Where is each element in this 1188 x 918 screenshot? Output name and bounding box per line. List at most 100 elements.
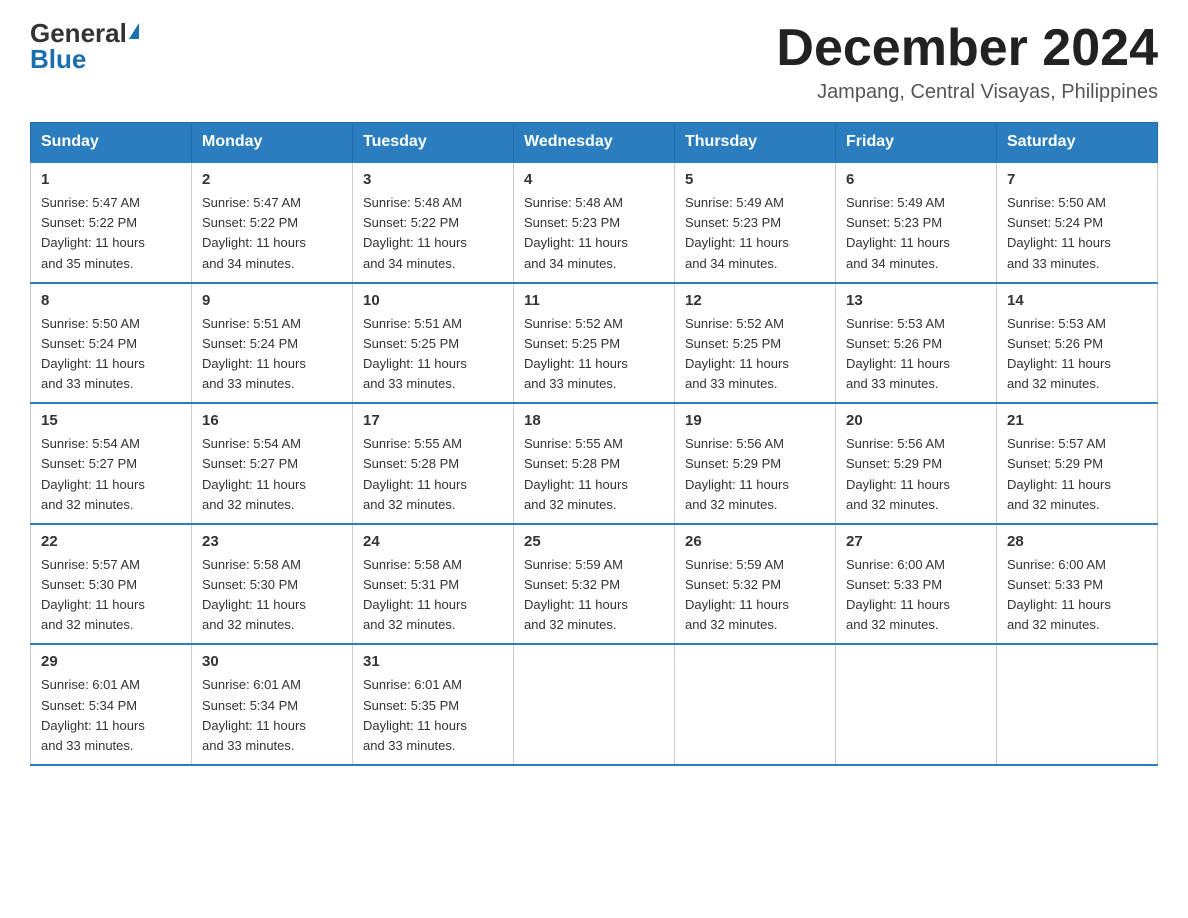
calendar-cell: 26 Sunrise: 5:59 AMSunset: 5:32 PMDaylig… [675, 524, 836, 645]
calendar-cell: 7 Sunrise: 5:50 AMSunset: 5:24 PMDayligh… [997, 162, 1158, 283]
day-number: 3 [363, 171, 503, 188]
day-number: 25 [524, 533, 664, 550]
day-number: 7 [1007, 171, 1147, 188]
day-info: Sunrise: 5:51 AMSunset: 5:25 PMDaylight:… [363, 314, 503, 395]
col-header-tuesday: Tuesday [353, 123, 514, 163]
calendar-cell: 6 Sunrise: 5:49 AMSunset: 5:23 PMDayligh… [836, 162, 997, 283]
calendar-cell: 29 Sunrise: 6:01 AMSunset: 5:34 PMDaylig… [31, 644, 192, 765]
col-header-thursday: Thursday [675, 123, 836, 163]
calendar-cell: 24 Sunrise: 5:58 AMSunset: 5:31 PMDaylig… [353, 524, 514, 645]
week-row-3: 15 Sunrise: 5:54 AMSunset: 5:27 PMDaylig… [31, 403, 1158, 524]
day-number: 17 [363, 412, 503, 429]
day-info: Sunrise: 5:47 AMSunset: 5:22 PMDaylight:… [202, 193, 342, 274]
calendar-cell: 2 Sunrise: 5:47 AMSunset: 5:22 PMDayligh… [192, 162, 353, 283]
day-number: 28 [1007, 533, 1147, 550]
day-number: 31 [363, 653, 503, 670]
calendar-cell: 30 Sunrise: 6:01 AMSunset: 5:34 PMDaylig… [192, 644, 353, 765]
col-header-wednesday: Wednesday [514, 123, 675, 163]
calendar-cell: 17 Sunrise: 5:55 AMSunset: 5:28 PMDaylig… [353, 403, 514, 524]
calendar-cell: 11 Sunrise: 5:52 AMSunset: 5:25 PMDaylig… [514, 283, 675, 404]
day-info: Sunrise: 5:57 AMSunset: 5:29 PMDaylight:… [1007, 434, 1147, 515]
day-info: Sunrise: 5:57 AMSunset: 5:30 PMDaylight:… [41, 555, 181, 636]
calendar-cell: 9 Sunrise: 5:51 AMSunset: 5:24 PMDayligh… [192, 283, 353, 404]
day-info: Sunrise: 6:01 AMSunset: 5:35 PMDaylight:… [363, 675, 503, 756]
calendar-cell: 27 Sunrise: 6:00 AMSunset: 5:33 PMDaylig… [836, 524, 997, 645]
logo: General Blue [30, 20, 139, 72]
calendar-cell: 3 Sunrise: 5:48 AMSunset: 5:22 PMDayligh… [353, 162, 514, 283]
header-row: SundayMondayTuesdayWednesdayThursdayFrid… [31, 123, 1158, 163]
day-number: 21 [1007, 412, 1147, 429]
day-info: Sunrise: 5:52 AMSunset: 5:25 PMDaylight:… [524, 314, 664, 395]
day-number: 20 [846, 412, 986, 429]
calendar-cell: 31 Sunrise: 6:01 AMSunset: 5:35 PMDaylig… [353, 644, 514, 765]
week-row-4: 22 Sunrise: 5:57 AMSunset: 5:30 PMDaylig… [31, 524, 1158, 645]
month-title: December 2024 [776, 20, 1158, 77]
calendar-cell: 4 Sunrise: 5:48 AMSunset: 5:23 PMDayligh… [514, 162, 675, 283]
day-number: 5 [685, 171, 825, 188]
day-info: Sunrise: 5:48 AMSunset: 5:23 PMDaylight:… [524, 193, 664, 274]
calendar-cell: 20 Sunrise: 5:56 AMSunset: 5:29 PMDaylig… [836, 403, 997, 524]
day-info: Sunrise: 5:51 AMSunset: 5:24 PMDaylight:… [202, 314, 342, 395]
day-info: Sunrise: 5:58 AMSunset: 5:30 PMDaylight:… [202, 555, 342, 636]
calendar-cell: 18 Sunrise: 5:55 AMSunset: 5:28 PMDaylig… [514, 403, 675, 524]
day-info: Sunrise: 5:50 AMSunset: 5:24 PMDaylight:… [1007, 193, 1147, 274]
calendar-cell: 22 Sunrise: 5:57 AMSunset: 5:30 PMDaylig… [31, 524, 192, 645]
day-info: Sunrise: 5:56 AMSunset: 5:29 PMDaylight:… [685, 434, 825, 515]
calendar-cell [997, 644, 1158, 765]
day-info: Sunrise: 5:49 AMSunset: 5:23 PMDaylight:… [685, 193, 825, 274]
day-info: Sunrise: 5:59 AMSunset: 5:32 PMDaylight:… [524, 555, 664, 636]
day-number: 4 [524, 171, 664, 188]
day-number: 6 [846, 171, 986, 188]
week-row-1: 1 Sunrise: 5:47 AMSunset: 5:22 PMDayligh… [31, 162, 1158, 283]
day-info: Sunrise: 5:59 AMSunset: 5:32 PMDaylight:… [685, 555, 825, 636]
calendar-cell: 5 Sunrise: 5:49 AMSunset: 5:23 PMDayligh… [675, 162, 836, 283]
calendar-cell: 15 Sunrise: 5:54 AMSunset: 5:27 PMDaylig… [31, 403, 192, 524]
day-number: 8 [41, 292, 181, 309]
day-info: Sunrise: 5:58 AMSunset: 5:31 PMDaylight:… [363, 555, 503, 636]
day-number: 13 [846, 292, 986, 309]
calendar-cell: 10 Sunrise: 5:51 AMSunset: 5:25 PMDaylig… [353, 283, 514, 404]
day-info: Sunrise: 6:01 AMSunset: 5:34 PMDaylight:… [41, 675, 181, 756]
day-number: 2 [202, 171, 342, 188]
calendar-cell [675, 644, 836, 765]
day-info: Sunrise: 6:01 AMSunset: 5:34 PMDaylight:… [202, 675, 342, 756]
week-row-5: 29 Sunrise: 6:01 AMSunset: 5:34 PMDaylig… [31, 644, 1158, 765]
day-info: Sunrise: 5:55 AMSunset: 5:28 PMDaylight:… [363, 434, 503, 515]
day-info: Sunrise: 5:54 AMSunset: 5:27 PMDaylight:… [41, 434, 181, 515]
day-number: 15 [41, 412, 181, 429]
logo-general-text: General [30, 20, 127, 46]
title-section: December 2024 Jampang, Central Visayas, … [776, 20, 1158, 104]
day-info: Sunrise: 5:49 AMSunset: 5:23 PMDaylight:… [846, 193, 986, 274]
calendar-cell [836, 644, 997, 765]
location-title: Jampang, Central Visayas, Philippines [776, 81, 1158, 104]
day-info: Sunrise: 5:56 AMSunset: 5:29 PMDaylight:… [846, 434, 986, 515]
col-header-sunday: Sunday [31, 123, 192, 163]
col-header-friday: Friday [836, 123, 997, 163]
calendar-cell: 21 Sunrise: 5:57 AMSunset: 5:29 PMDaylig… [997, 403, 1158, 524]
day-info: Sunrise: 5:52 AMSunset: 5:25 PMDaylight:… [685, 314, 825, 395]
day-info: Sunrise: 5:55 AMSunset: 5:28 PMDaylight:… [524, 434, 664, 515]
day-info: Sunrise: 5:47 AMSunset: 5:22 PMDaylight:… [41, 193, 181, 274]
day-number: 24 [363, 533, 503, 550]
day-number: 18 [524, 412, 664, 429]
col-header-monday: Monday [192, 123, 353, 163]
day-number: 11 [524, 292, 664, 309]
col-header-saturday: Saturday [997, 123, 1158, 163]
day-number: 29 [41, 653, 181, 670]
day-number: 16 [202, 412, 342, 429]
day-info: Sunrise: 5:53 AMSunset: 5:26 PMDaylight:… [1007, 314, 1147, 395]
day-info: Sunrise: 5:54 AMSunset: 5:27 PMDaylight:… [202, 434, 342, 515]
day-number: 23 [202, 533, 342, 550]
calendar-cell: 1 Sunrise: 5:47 AMSunset: 5:22 PMDayligh… [31, 162, 192, 283]
calendar-cell: 14 Sunrise: 5:53 AMSunset: 5:26 PMDaylig… [997, 283, 1158, 404]
day-number: 12 [685, 292, 825, 309]
calendar-cell: 13 Sunrise: 5:53 AMSunset: 5:26 PMDaylig… [836, 283, 997, 404]
calendar-table: SundayMondayTuesdayWednesdayThursdayFrid… [30, 122, 1158, 766]
page-header: General Blue December 2024 Jampang, Cent… [30, 20, 1158, 104]
calendar-cell: 23 Sunrise: 5:58 AMSunset: 5:30 PMDaylig… [192, 524, 353, 645]
logo-blue-text: Blue [30, 46, 86, 72]
day-info: Sunrise: 6:00 AMSunset: 5:33 PMDaylight:… [846, 555, 986, 636]
day-number: 26 [685, 533, 825, 550]
day-number: 19 [685, 412, 825, 429]
day-number: 1 [41, 171, 181, 188]
